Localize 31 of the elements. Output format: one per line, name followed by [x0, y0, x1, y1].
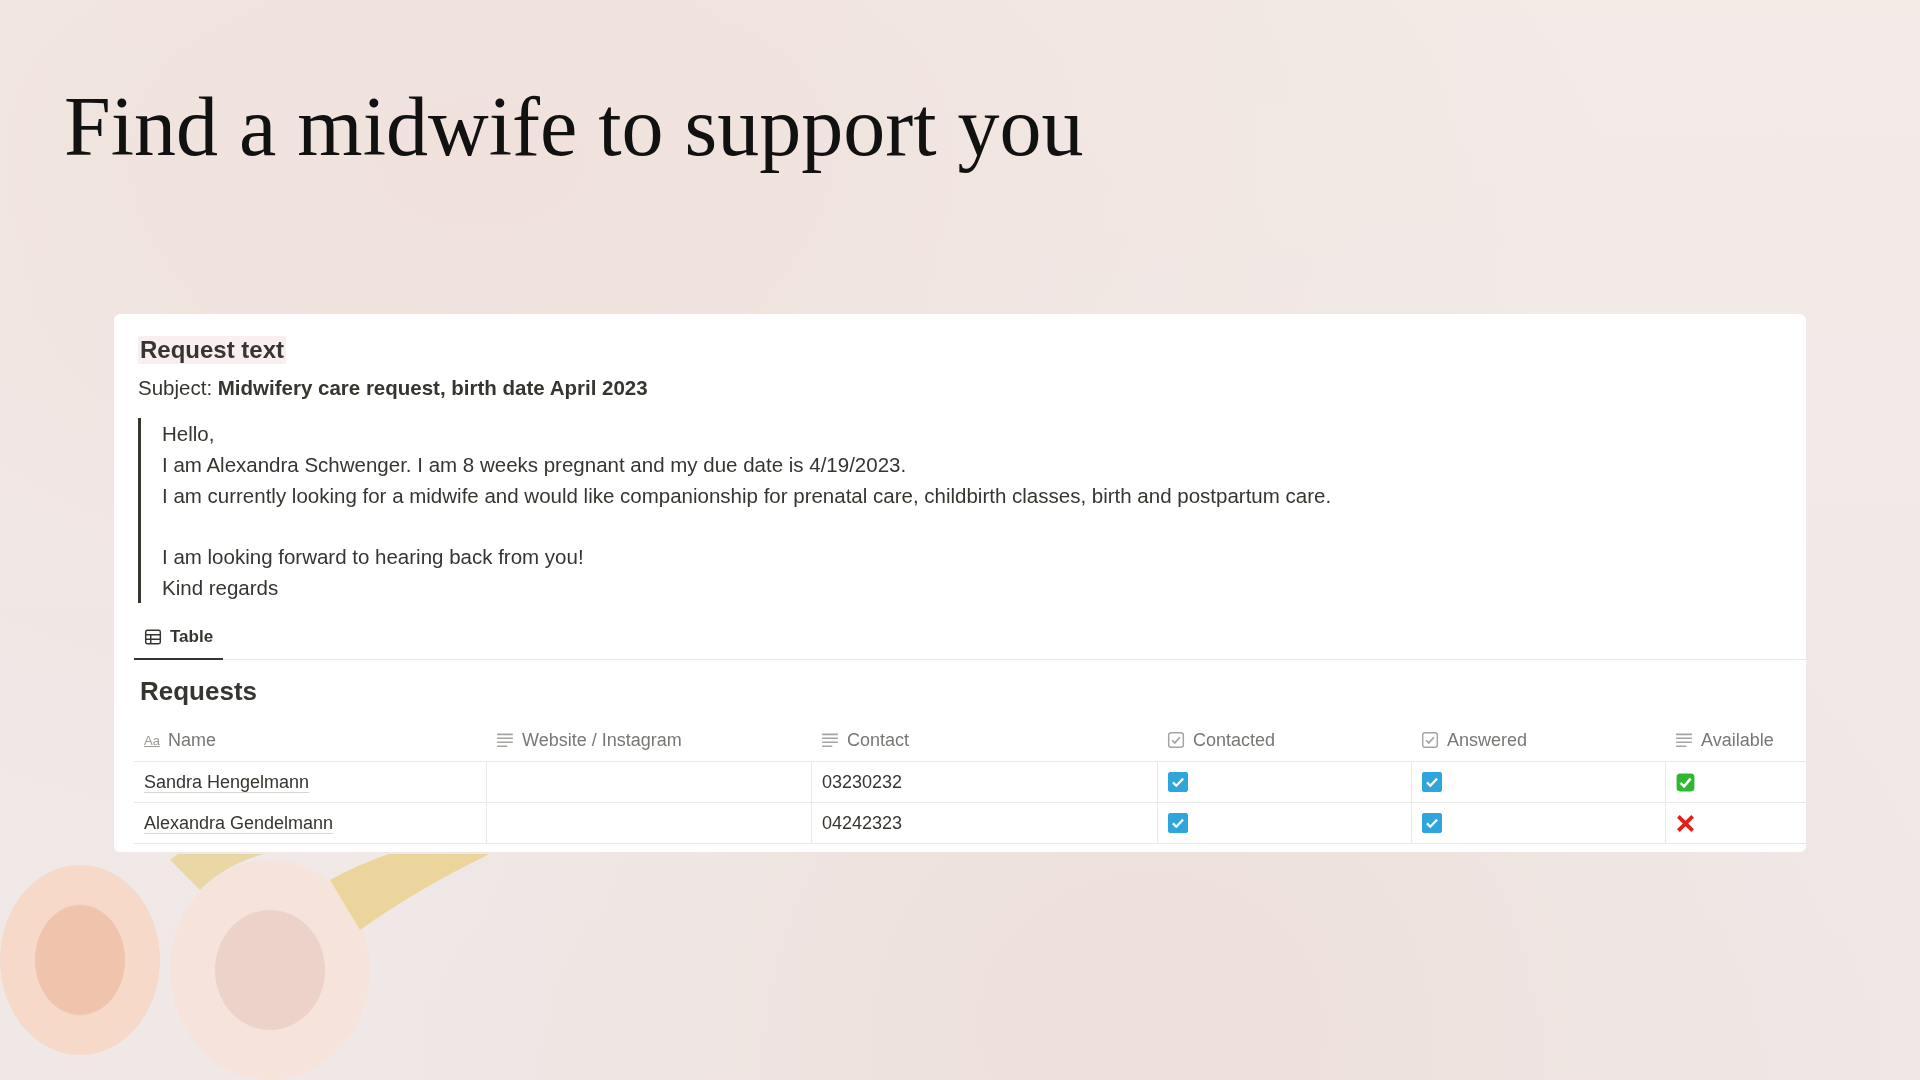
column-header[interactable]: Answered: [1411, 719, 1665, 762]
column-header[interactable]: Available: [1665, 719, 1806, 762]
column-header[interactable]: Contacted: [1157, 719, 1411, 762]
lines-icon: [1675, 731, 1693, 749]
table-cell: 04242323: [822, 812, 903, 834]
name-link[interactable]: Sandra Hengelmann: [144, 771, 310, 793]
letter-line: I am currently looking for a midwife and would like companionship for prenatal care, childbirth classes, birth and postpartum care.: [162, 483, 1333, 509]
checkbox-icon: [1421, 731, 1439, 749]
column-header[interactable]: Aa Name: [134, 719, 486, 762]
table-title: Requests: [140, 676, 259, 707]
subject-line: Subject: Midwifery care request, birth date April 2023: [138, 376, 649, 400]
checkbox[interactable]: [1168, 813, 1188, 833]
lines-icon: [496, 731, 514, 749]
section-heading: Request text: [138, 336, 287, 364]
letter-line: I am looking forward to hearing back from you!: [162, 544, 585, 570]
letter-line: Hello,: [162, 421, 216, 447]
table-icon: [144, 628, 162, 646]
checkbox[interactable]: [1422, 772, 1442, 792]
lines-icon: [821, 731, 839, 749]
text-format-icon: Aa: [144, 732, 160, 748]
checkbox[interactable]: [1168, 772, 1188, 792]
column-header[interactable]: Website / Instagram: [486, 719, 811, 762]
letter-line: I am Alexandra Schwenger. I am 8 weeks pregnant and my due date is 4/19/2023.: [162, 452, 908, 478]
name-link[interactable]: Alexandra Gendelmann: [144, 812, 334, 834]
table-cell: 03230232: [822, 771, 903, 793]
page-title: Find a midwife to support you: [64, 79, 1085, 175]
view-tab[interactable]: Table: [134, 619, 224, 660]
checkbox-icon: [1167, 731, 1185, 749]
letter-line: Kind regards: [162, 575, 280, 601]
column-header[interactable]: Contact: [811, 719, 1157, 762]
checkbox[interactable]: [1422, 813, 1442, 833]
